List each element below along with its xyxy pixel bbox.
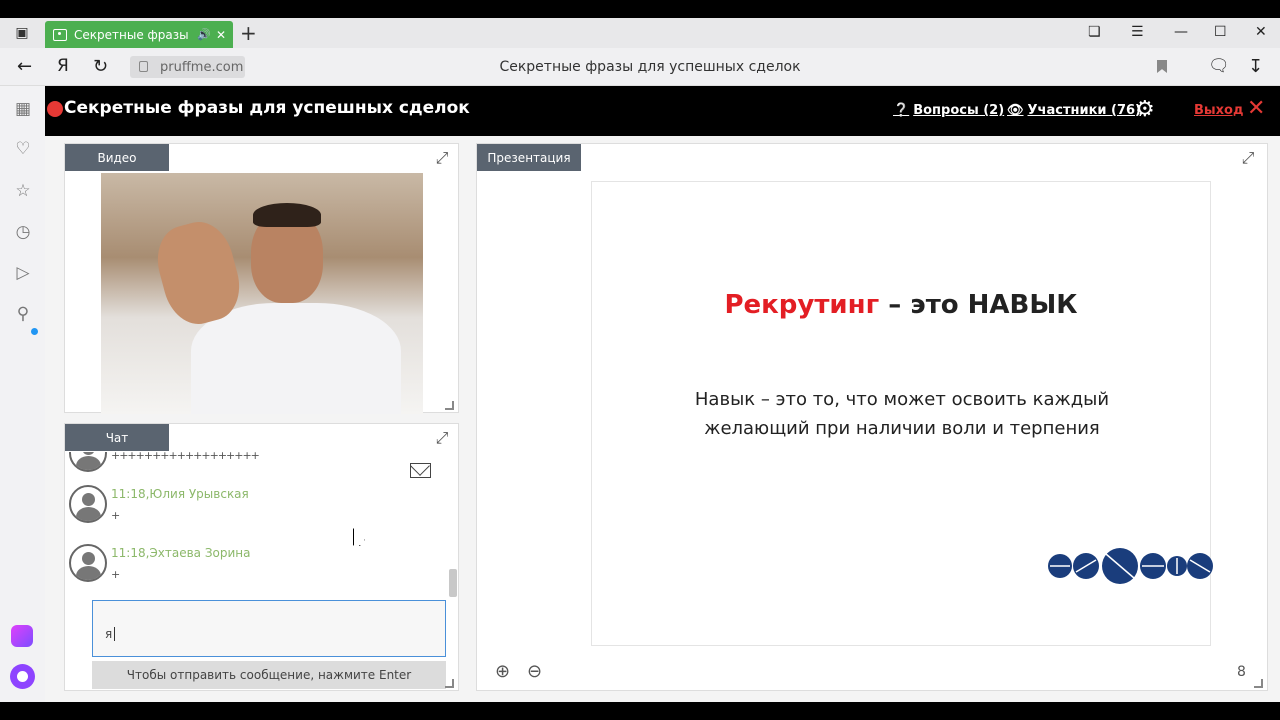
refresh-icon[interactable]: ↻ [93, 56, 108, 77]
browser-tab-bar: ▣ Секретные фразы д 🔊 ✕ + ❏ ☰ — ☐ ✕ [0, 18, 1280, 48]
avatar [69, 452, 107, 472]
questions-link[interactable]: ❔ Вопросы (2) [893, 103, 1004, 118]
company-logo [1048, 548, 1213, 584]
minimize-icon[interactable]: — [1174, 24, 1188, 40]
maximize-icon[interactable]: ☐ [1214, 24, 1227, 40]
page-number: 8 [1237, 664, 1246, 680]
webinar-title: Секретные фразы для успешных сделок [64, 98, 470, 118]
slide-title-rest: – это НАВЫК [879, 290, 1078, 320]
lock-icon [139, 61, 148, 72]
extension-icon[interactable]: 🗨 [1208, 56, 1230, 76]
avatar[interactable] [69, 485, 107, 523]
message-meta: 11:18,Эхтаева Зорина [111, 546, 251, 560]
download-icon[interactable]: ↧ [1248, 56, 1263, 77]
eye-icon: 👁 [1007, 103, 1024, 118]
participants-label: Участники (76) [1027, 103, 1141, 118]
browser-tab[interactable]: Секретные фразы д 🔊 ✕ [45, 21, 233, 48]
address-bar: ← Я ↻ pruffme.com Секретные фразы для ус… [0, 48, 1280, 86]
participants-link[interactable]: 👁 Участники (76) [1007, 103, 1141, 118]
presenter-hair [253, 203, 321, 227]
expand-chat-icon[interactable]: ⤢ [433, 428, 451, 447]
screen: ▣ Секретные фразы д 🔊 ✕ + ❏ ☰ — ☐ ✕ ← Я … [0, 18, 1280, 702]
message-text: ++++++++++++++++++ [111, 452, 260, 462]
menu-icon[interactable]: ☰ [1131, 24, 1144, 40]
message-time: 11:18, [111, 546, 150, 560]
send-hint-button[interactable]: Чтобы отправить сообщение, нажмите Enter [92, 661, 446, 689]
alice-app-icon[interactable] [11, 625, 33, 647]
message-text: + [111, 509, 121, 522]
play-icon[interactable]: ▷ [12, 262, 34, 284]
chat-input[interactable]: я [92, 600, 446, 657]
close-tab-icon[interactable]: ✕ [216, 28, 226, 42]
presentation-tab[interactable]: Презентация [477, 144, 581, 171]
chat-input-value: я [105, 627, 113, 641]
slide-title: Рекрутинг – это НАВЫК [592, 290, 1210, 320]
alice-voice-icon[interactable] [10, 664, 35, 689]
collections-icon[interactable]: ❏ [1088, 24, 1101, 40]
record-indicator-icon [47, 101, 63, 117]
envelope-icon[interactable] [410, 463, 431, 478]
avatar[interactable] [69, 544, 107, 582]
bookmark-icon[interactable] [1157, 60, 1167, 73]
speaker-icon[interactable]: 🔊 [197, 28, 211, 41]
message-meta: 11:18,Юлия Урывская [111, 487, 249, 501]
zoom-in-icon[interactable]: ⊕ [495, 661, 510, 682]
clock-icon[interactable]: ◷ [12, 221, 34, 243]
presentation-slide: Рекрутинг – это НАВЫК Навык – это то, чт… [591, 181, 1213, 646]
video-tab[interactable]: Видео [65, 144, 169, 171]
questions-label: Вопросы (2) [913, 103, 1005, 118]
gear-icon[interactable]: ⚙ [1135, 97, 1155, 122]
tab-title: Секретные фразы д [74, 27, 193, 42]
slide-body-line: желающий при наличии воли и терпения [704, 418, 1100, 439]
close-window-icon[interactable]: ✕ [1255, 24, 1267, 40]
message-author: Юлия Урывская [149, 487, 249, 501]
address-page-title[interactable]: Секретные фразы для успешных сделок [400, 59, 900, 75]
url-text: pruffme.com [160, 59, 244, 75]
presenter-body [191, 303, 401, 414]
chat-scrollbar[interactable] [449, 569, 457, 597]
star-icon[interactable]: ☆ [12, 180, 34, 202]
webinar-header: Секретные фразы для успешных сделок ❔ Во… [45, 86, 1280, 136]
yandex-logo[interactable]: Я [57, 56, 69, 76]
resize-handle[interactable] [445, 401, 454, 410]
url-chip[interactable]: pruffme.com [130, 56, 245, 78]
expand-video-icon[interactable]: ⤢ [433, 148, 451, 167]
resize-handle[interactable] [1254, 679, 1263, 688]
video-stream [101, 173, 423, 414]
chat-tab[interactable]: Чат [65, 424, 169, 451]
apps-grid-icon[interactable]: ▦ [12, 98, 34, 120]
sidebar-toggle-icon[interactable]: ▣ [12, 23, 32, 43]
exit-close-icon[interactable]: ✕ [1247, 96, 1265, 121]
back-icon[interactable]: ← [17, 56, 32, 77]
slide-body-line: Навык – это то, что может освоить каждый [694, 389, 1110, 410]
webinar-content: Видео ⤢ Чат ⤢ ++++++++++++++++++ 11:18,Ю… [45, 136, 1280, 702]
tv-icon [53, 28, 67, 41]
browser-sidebar: ▦ ♡ ☆ ◷ ▷ ⚲ [0, 86, 45, 702]
message-text: + [111, 568, 121, 581]
slide-title-highlight: Рекрутинг [724, 290, 880, 320]
slide-body: Навык – это то, что может освоить каждый… [652, 385, 1152, 443]
new-tab-plus-icon[interactable]: + [240, 21, 257, 45]
resize-handle[interactable] [445, 679, 454, 688]
message-time: 11:18, [111, 487, 150, 501]
question-icon: ❔ [893, 103, 910, 118]
presentation-panel: Презентация ⤢ Рекрутинг – это НАВЫК Навы… [476, 143, 1268, 691]
notification-dot [31, 328, 38, 335]
chat-messages: ++++++++++++++++++ 11:18,Юлия Урывская +… [65, 452, 451, 598]
expand-presentation-icon[interactable]: ⤢ [1239, 148, 1257, 167]
zoom-out-icon[interactable]: ⊖ [527, 661, 542, 682]
message-author: Эхтаева Зорина [149, 546, 251, 560]
bell-icon[interactable]: ♡ [12, 138, 34, 160]
exit-link[interactable]: Выход [1194, 103, 1243, 118]
video-panel: Видео ⤢ [64, 143, 459, 414]
chat-panel: Чат ⤢ ++++++++++++++++++ 11:18,Юлия Урыв… [64, 423, 459, 691]
search-page-icon[interactable]: ⚲ [12, 303, 34, 325]
